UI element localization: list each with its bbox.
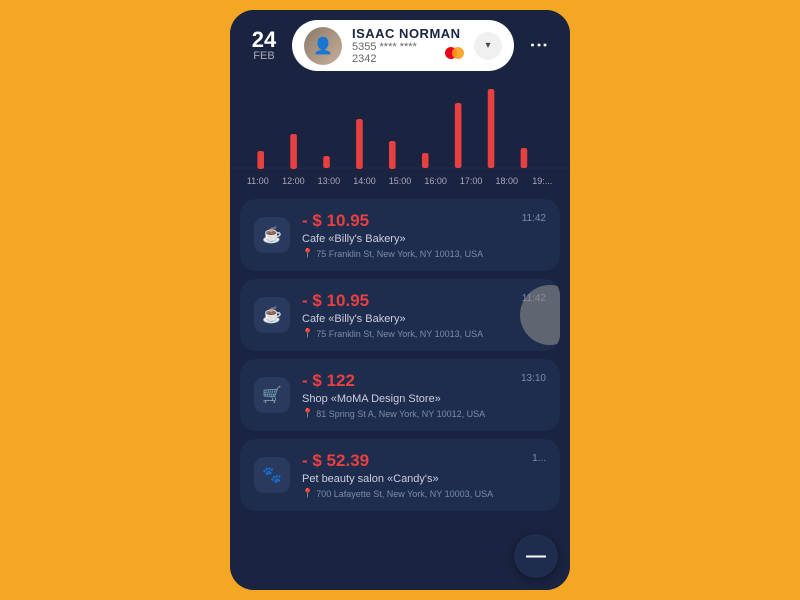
dropdown-button[interactable]: ▾	[474, 32, 502, 60]
table-row[interactable]: 🛒 - $ 122 Shop «MoMA Design Store» 📍 81 …	[240, 359, 560, 431]
transaction-time-4: 1...	[532, 453, 546, 464]
chart-label-12: 12:00	[276, 176, 312, 186]
transaction-name-4: Pet beauty salon «Candy's»	[302, 473, 520, 485]
chart-label-18: 18:00	[489, 176, 525, 186]
phone-container: 24 FEB 👤 ISAAC NORMAN 5355 **** **** 234…	[230, 10, 570, 590]
pin-icon-3: 📍	[302, 408, 313, 419]
transaction-name-2: Cafe «Billy's Bakery»	[302, 313, 510, 325]
table-row[interactable]: 🐾 - $ 52.39 Pet beauty salon «Candy's» 📍…	[240, 439, 560, 511]
transaction-details-3: - $ 122 Shop «MoMA Design Store» 📍 81 Sp…	[302, 371, 509, 419]
transaction-amount-4: - $ 52.39	[302, 451, 520, 471]
profile-info: ISAAC NORMAN 5355 **** **** 2342	[352, 26, 464, 65]
transaction-address-4: 📍 700 Lafayette St, New York, NY 10003, …	[302, 488, 520, 499]
transaction-icon-shop: 🛒	[254, 377, 290, 413]
mastercard-icon	[445, 47, 464, 59]
chart-svg	[230, 89, 570, 169]
chart-label-14: 14:00	[347, 176, 383, 186]
fab-button[interactable]: —	[514, 534, 558, 578]
transaction-details-2: - $ 10.95 Cafe «Billy's Bakery» 📍 75 Fra…	[302, 291, 510, 339]
table-row[interactable]: ☕ - $ 10.95 Cafe «Billy's Bakery» 📍 75 F…	[240, 199, 560, 271]
transaction-amount-2: - $ 10.95	[302, 291, 510, 311]
date-block: 24 FEB	[246, 29, 282, 62]
card-number: 5355 **** **** 2342	[352, 41, 464, 65]
table-row[interactable]: ☕ - $ 10.95 Cafe «Billy's Bakery» 📍 75 F…	[240, 279, 560, 351]
transactions-list: ☕ - $ 10.95 Cafe «Billy's Bakery» 📍 75 F…	[230, 191, 570, 590]
chart-label-13: 13:00	[311, 176, 347, 186]
chart-label-16: 16:00	[418, 176, 454, 186]
date-day: 24	[252, 29, 276, 51]
pin-icon-2: 📍	[302, 328, 313, 339]
pin-icon-4: 📍	[302, 488, 313, 499]
transaction-address-3: 📍 81 Spring St A, New York, NY 10012, US…	[302, 408, 509, 419]
transaction-name-1: Cafe «Billy's Bakery»	[302, 233, 510, 245]
date-month: FEB	[253, 51, 274, 62]
header: 24 FEB 👤 ISAAC NORMAN 5355 **** **** 234…	[230, 10, 570, 81]
transaction-icon-cafe1: ☕	[254, 217, 290, 253]
transaction-amount-1: - $ 10.95	[302, 211, 510, 231]
transaction-address-1: 📍 75 Franklin St, New York, NY 10013, US…	[302, 248, 510, 259]
transaction-name-3: Shop «MoMA Design Store»	[302, 393, 509, 405]
chart-label-15: 15:00	[382, 176, 418, 186]
transaction-time-1: 11:42	[522, 213, 546, 224]
profile-card[interactable]: 👤 ISAAC NORMAN 5355 **** **** 2342 ▾	[292, 20, 514, 71]
pin-icon-1: 📍	[302, 248, 313, 259]
chart-label-11: 11:00	[240, 176, 276, 186]
chart-area: 11:00 12:00 13:00 14:00 15:00 16:00 17:0…	[230, 81, 570, 191]
profile-name: ISAAC NORMAN	[352, 26, 464, 41]
more-button[interactable]: ⋮	[524, 32, 554, 59]
transaction-amount-3: - $ 122	[302, 371, 509, 391]
chart-label-17: 17:00	[453, 176, 489, 186]
avatar: 👤	[304, 27, 342, 65]
transaction-icon-cafe2: ☕	[254, 297, 290, 333]
transaction-icon-pet: 🐾	[254, 457, 290, 493]
transaction-time-3: 13:10	[521, 373, 546, 384]
chart-label-19: 19:...	[525, 176, 561, 186]
transaction-details-1: - $ 10.95 Cafe «Billy's Bakery» 📍 75 Fra…	[302, 211, 510, 259]
transaction-address-2: 📍 75 Franklin St, New York, NY 10013, US…	[302, 328, 510, 339]
transaction-details-4: - $ 52.39 Pet beauty salon «Candy's» 📍 7…	[302, 451, 520, 499]
chart-labels: 11:00 12:00 13:00 14:00 15:00 16:00 17:0…	[230, 176, 570, 186]
